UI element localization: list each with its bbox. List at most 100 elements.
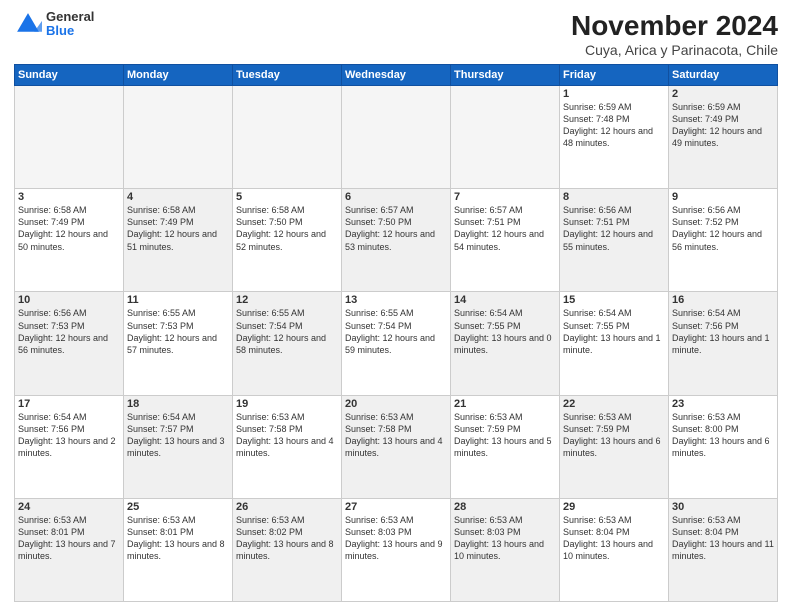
calendar-cell — [451, 86, 560, 189]
day-info: Sunrise: 6:54 AM Sunset: 7:56 PM Dayligh… — [672, 307, 774, 356]
day-number: 28 — [454, 501, 556, 513]
col-tuesday: Tuesday — [233, 65, 342, 86]
day-info: Sunrise: 6:54 AM Sunset: 7:55 PM Dayligh… — [454, 307, 556, 356]
calendar-cell: 27Sunrise: 6:53 AM Sunset: 8:03 PM Dayli… — [342, 498, 451, 601]
calendar-table: Sunday Monday Tuesday Wednesday Thursday… — [14, 64, 778, 602]
calendar-cell: 11Sunrise: 6:55 AM Sunset: 7:53 PM Dayli… — [124, 292, 233, 395]
day-info: Sunrise: 6:53 AM Sunset: 8:03 PM Dayligh… — [345, 514, 447, 563]
calendar-week-2: 3Sunrise: 6:58 AM Sunset: 7:49 PM Daylig… — [15, 189, 778, 292]
day-info: Sunrise: 6:53 AM Sunset: 8:03 PM Dayligh… — [454, 514, 556, 563]
calendar-cell: 13Sunrise: 6:55 AM Sunset: 7:54 PM Dayli… — [342, 292, 451, 395]
day-number: 21 — [454, 398, 556, 410]
day-info: Sunrise: 6:53 AM Sunset: 8:02 PM Dayligh… — [236, 514, 338, 563]
day-number: 20 — [345, 398, 447, 410]
calendar-cell: 3Sunrise: 6:58 AM Sunset: 7:49 PM Daylig… — [15, 189, 124, 292]
calendar-cell: 19Sunrise: 6:53 AM Sunset: 7:58 PM Dayli… — [233, 395, 342, 498]
calendar-cell: 29Sunrise: 6:53 AM Sunset: 8:04 PM Dayli… — [560, 498, 669, 601]
day-number: 12 — [236, 294, 338, 306]
day-number: 19 — [236, 398, 338, 410]
day-info: Sunrise: 6:55 AM Sunset: 7:54 PM Dayligh… — [345, 307, 447, 356]
day-number: 17 — [18, 398, 120, 410]
title-block: November 2024 Cuya, Arica y Parinacota, … — [571, 10, 778, 58]
calendar-cell: 16Sunrise: 6:54 AM Sunset: 7:56 PM Dayli… — [669, 292, 778, 395]
calendar-cell — [124, 86, 233, 189]
day-info: Sunrise: 6:56 AM Sunset: 7:52 PM Dayligh… — [672, 204, 774, 253]
day-info: Sunrise: 6:58 AM Sunset: 7:49 PM Dayligh… — [18, 204, 120, 253]
day-number: 14 — [454, 294, 556, 306]
day-number: 25 — [127, 501, 229, 513]
day-number: 13 — [345, 294, 447, 306]
day-number: 24 — [18, 501, 120, 513]
day-info: Sunrise: 6:53 AM Sunset: 7:58 PM Dayligh… — [345, 411, 447, 460]
day-number: 7 — [454, 191, 556, 203]
day-number: 27 — [345, 501, 447, 513]
day-info: Sunrise: 6:55 AM Sunset: 7:53 PM Dayligh… — [127, 307, 229, 356]
calendar-cell: 9Sunrise: 6:56 AM Sunset: 7:52 PM Daylig… — [669, 189, 778, 292]
calendar-cell: 1Sunrise: 6:59 AM Sunset: 7:48 PM Daylig… — [560, 86, 669, 189]
day-info: Sunrise: 6:53 AM Sunset: 8:01 PM Dayligh… — [127, 514, 229, 563]
calendar-cell: 2Sunrise: 6:59 AM Sunset: 7:49 PM Daylig… — [669, 86, 778, 189]
day-info: Sunrise: 6:59 AM Sunset: 7:48 PM Dayligh… — [563, 101, 665, 150]
day-number: 16 — [672, 294, 774, 306]
day-number: 1 — [563, 88, 665, 100]
day-info: Sunrise: 6:59 AM Sunset: 7:49 PM Dayligh… — [672, 101, 774, 150]
calendar-cell: 26Sunrise: 6:53 AM Sunset: 8:02 PM Dayli… — [233, 498, 342, 601]
calendar-cell — [233, 86, 342, 189]
day-number: 22 — [563, 398, 665, 410]
calendar-cell: 10Sunrise: 6:56 AM Sunset: 7:53 PM Dayli… — [15, 292, 124, 395]
page-subtitle: Cuya, Arica y Parinacota, Chile — [571, 42, 778, 58]
day-number: 3 — [18, 191, 120, 203]
day-info: Sunrise: 6:57 AM Sunset: 7:51 PM Dayligh… — [454, 204, 556, 253]
calendar-cell: 30Sunrise: 6:53 AM Sunset: 8:04 PM Dayli… — [669, 498, 778, 601]
calendar-cell: 15Sunrise: 6:54 AM Sunset: 7:55 PM Dayli… — [560, 292, 669, 395]
day-number: 5 — [236, 191, 338, 203]
logo-icon — [14, 10, 42, 38]
day-number: 6 — [345, 191, 447, 203]
day-info: Sunrise: 6:58 AM Sunset: 7:49 PM Dayligh… — [127, 204, 229, 253]
calendar-cell: 5Sunrise: 6:58 AM Sunset: 7:50 PM Daylig… — [233, 189, 342, 292]
header-row: Sunday Monday Tuesday Wednesday Thursday… — [15, 65, 778, 86]
day-info: Sunrise: 6:57 AM Sunset: 7:50 PM Dayligh… — [345, 204, 447, 253]
day-number: 18 — [127, 398, 229, 410]
calendar-week-3: 10Sunrise: 6:56 AM Sunset: 7:53 PM Dayli… — [15, 292, 778, 395]
calendar-cell: 24Sunrise: 6:53 AM Sunset: 8:01 PM Dayli… — [15, 498, 124, 601]
day-number: 29 — [563, 501, 665, 513]
day-number: 4 — [127, 191, 229, 203]
calendar-cell: 6Sunrise: 6:57 AM Sunset: 7:50 PM Daylig… — [342, 189, 451, 292]
day-number: 9 — [672, 191, 774, 203]
day-info: Sunrise: 6:56 AM Sunset: 7:53 PM Dayligh… — [18, 307, 120, 356]
day-number: 11 — [127, 294, 229, 306]
col-monday: Monday — [124, 65, 233, 86]
calendar-cell: 17Sunrise: 6:54 AM Sunset: 7:56 PM Dayli… — [15, 395, 124, 498]
calendar-week-5: 24 Sunrise: 6:53 AM Sunset: 8:01 PM Dayli… — [15, 498, 778, 601]
calendar-cell: 4Sunrise: 6:58 AM Sunset: 7:49 PM Daylig… — [124, 189, 233, 292]
calendar-cell: 28Sunrise: 6:53 AM Sunset: 8:03 PM Dayli… — [451, 498, 560, 601]
calendar-cell: 21Sunrise: 6:53 AM Sunset: 7:59 PM Dayli… — [451, 395, 560, 498]
col-sunday: Sunday — [15, 65, 124, 86]
day-number: 10 — [18, 294, 120, 306]
col-wednesday: Wednesday — [342, 65, 451, 86]
day-info: Sunrise: 6:53 AM Sunset: 7:58 PM Dayligh… — [236, 411, 338, 460]
calendar-cell: 23Sunrise: 6:53 AM Sunset: 8:00 PM Dayli… — [669, 395, 778, 498]
calendar-header: Sunday Monday Tuesday Wednesday Thursday… — [15, 65, 778, 86]
day-info: Sunrise: 6:54 AM Sunset: 7:57 PM Dayligh… — [127, 411, 229, 460]
page: General Blue November 2024 Cuya, Arica y… — [0, 0, 792, 612]
day-info: Sunrise: 6:53 AM Sunset: 7:59 PM Dayligh… — [454, 411, 556, 460]
col-saturday: Saturday — [669, 65, 778, 86]
calendar-body: 1Sunrise: 6:59 AM Sunset: 7:48 PM Daylig… — [15, 86, 778, 602]
day-number: 8 — [563, 191, 665, 203]
calendar-week-4: 17Sunrise: 6:54 AM Sunset: 7:56 PM Dayli… — [15, 395, 778, 498]
day-info: Sunrise: 6:58 AM Sunset: 7:50 PM Dayligh… — [236, 204, 338, 253]
logo: General Blue — [14, 10, 94, 39]
page-title: November 2024 — [571, 10, 778, 42]
calendar-cell: 22Sunrise: 6:53 AM Sunset: 7:59 PM Dayli… — [560, 395, 669, 498]
day-number: 23 — [672, 398, 774, 410]
day-number: 30 — [672, 501, 774, 513]
day-number: 26 — [236, 501, 338, 513]
calendar-cell — [15, 86, 124, 189]
calendar-cell: 20Sunrise: 6:53 AM Sunset: 7:58 PM Dayli… — [342, 395, 451, 498]
header: General Blue November 2024 Cuya, Arica y… — [14, 10, 778, 58]
col-friday: Friday — [560, 65, 669, 86]
day-info: Sunrise: 6:56 AM Sunset: 7:51 PM Dayligh… — [563, 204, 665, 253]
day-info: Sunrise: 6:53 AM Sunset: 7:59 PM Dayligh… — [563, 411, 665, 460]
